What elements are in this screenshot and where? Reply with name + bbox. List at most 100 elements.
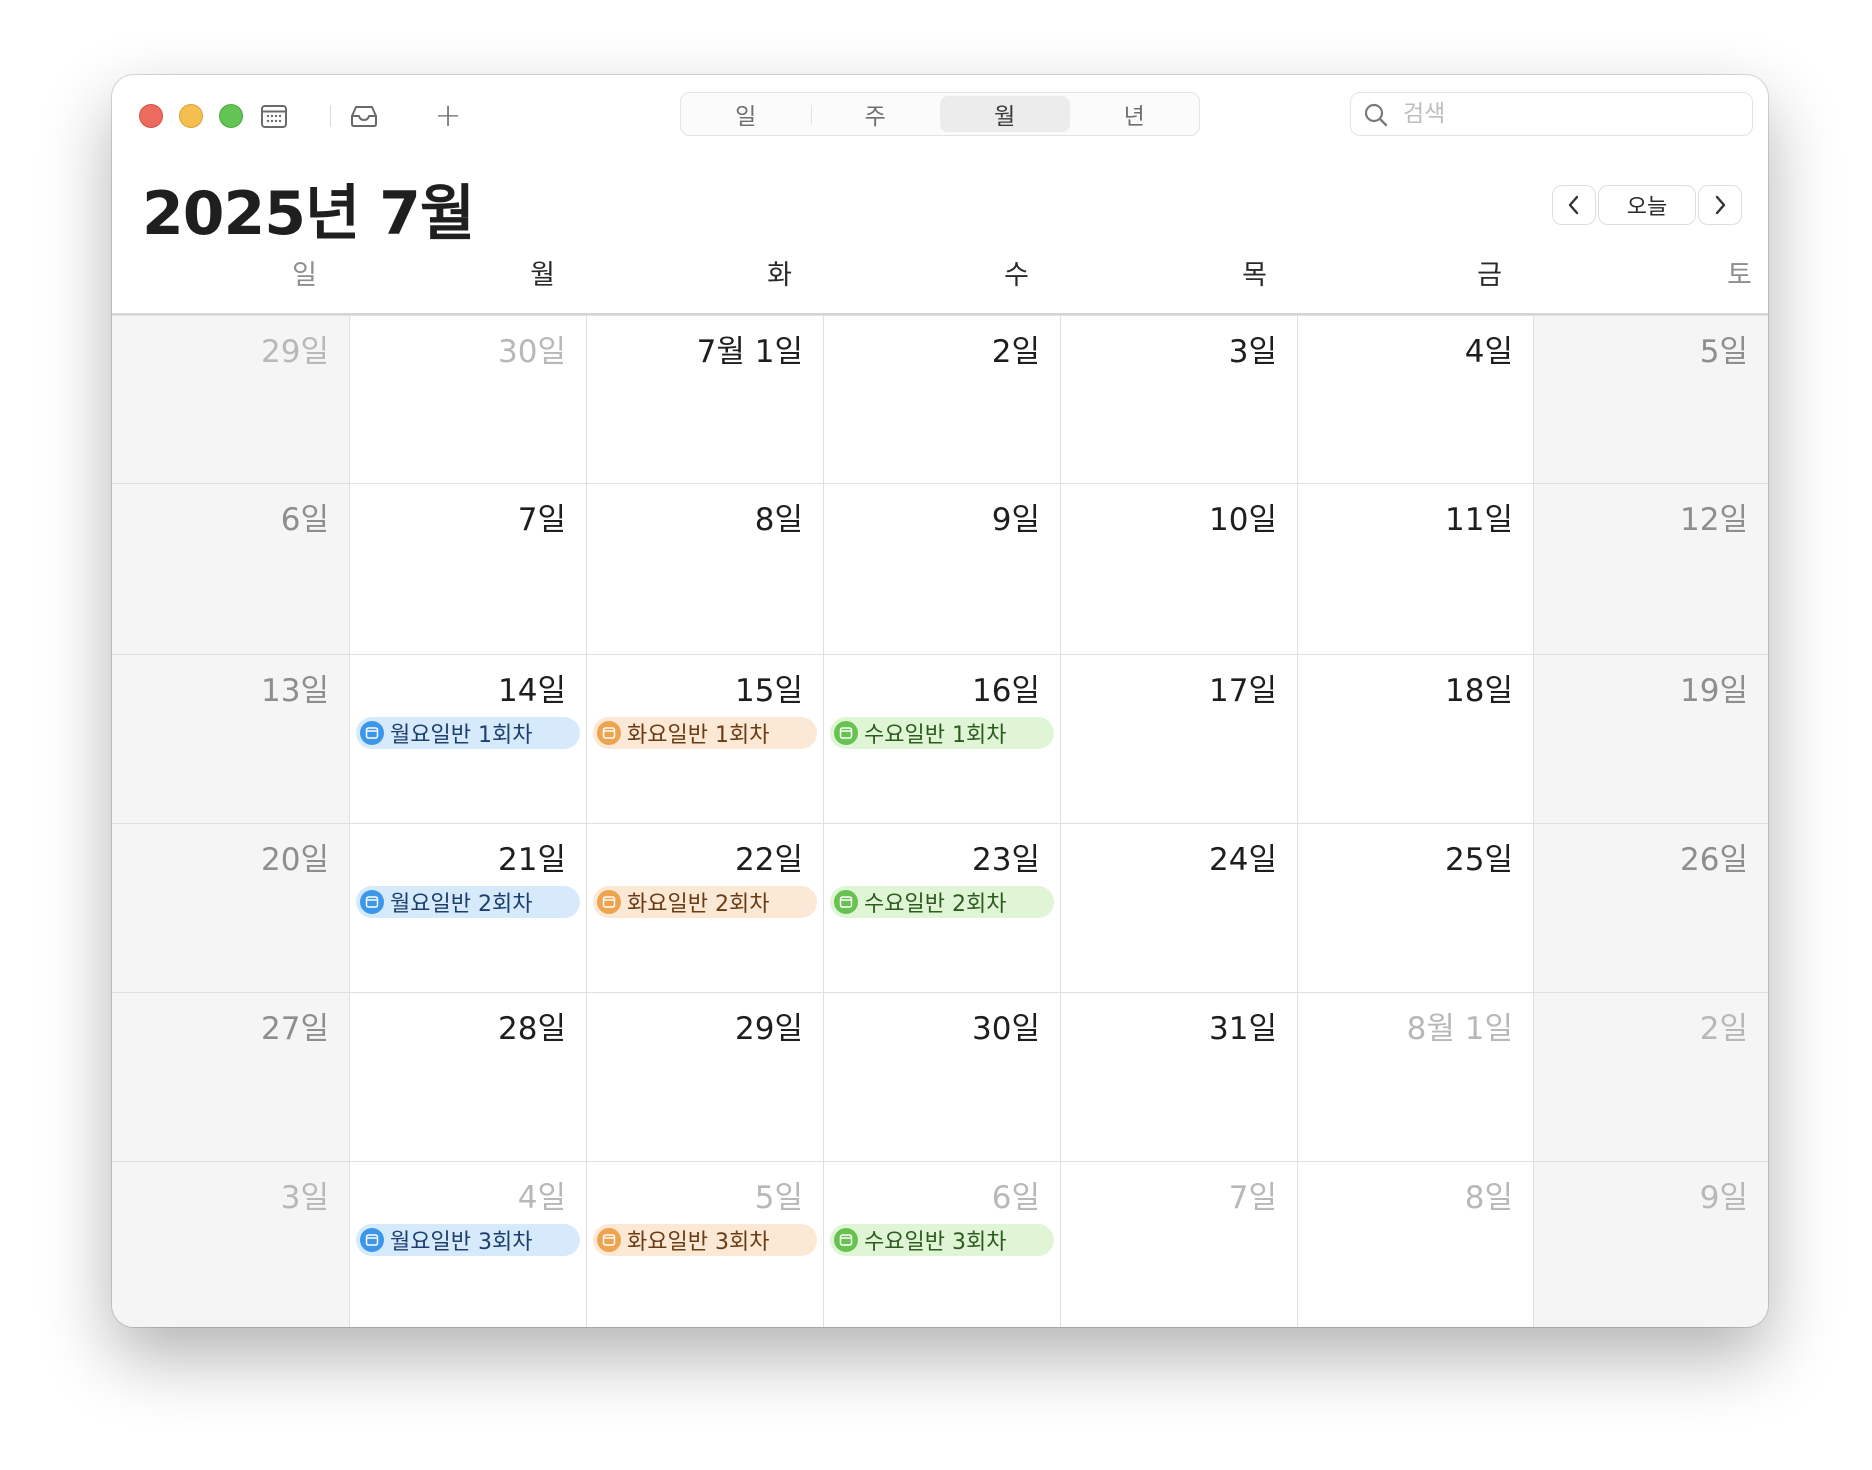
day-cell[interactable]: 6일 xyxy=(112,483,349,654)
day-number: 27일 xyxy=(261,1011,329,1047)
day-cell[interactable]: 7월 1일 xyxy=(586,315,823,483)
calendar-event[interactable]: 수요일반 2회차 xyxy=(830,886,1054,918)
event-title: 수요일반 1회차 xyxy=(864,723,1007,748)
close-window-button[interactable] xyxy=(139,104,163,128)
day-number: 22일 xyxy=(735,842,803,878)
day-number: 9일 xyxy=(991,502,1040,538)
week-row: 27일 28일 29일 30일 31일 8월 1일 2일 xyxy=(112,992,1768,1161)
minimize-window-button[interactable] xyxy=(179,104,203,128)
calendar-event[interactable]: 화요일반 2회차 xyxy=(593,886,817,918)
day-cell[interactable]: 27일 xyxy=(112,992,349,1161)
day-cell[interactable]: 16일 수요일반 1회차 xyxy=(823,654,1060,823)
day-cell[interactable]: 5일 화요일반 3회차 xyxy=(586,1161,823,1327)
chevron-right-icon xyxy=(1715,195,1726,215)
calendar-event[interactable]: 화요일반 1회차 xyxy=(593,717,817,749)
day-cell[interactable]: 8월 1일 xyxy=(1297,992,1533,1161)
day-cell[interactable]: 11일 xyxy=(1297,483,1533,654)
calendar-list-icon[interactable] xyxy=(254,100,294,132)
event-title: 월요일반 3회차 xyxy=(390,1230,533,1255)
tab-month[interactable]: 월 xyxy=(940,96,1070,132)
day-number: 21일 xyxy=(498,842,566,878)
day-cell[interactable]: 29일 xyxy=(112,315,349,483)
calendar-event[interactable]: 월요일반 2회차 xyxy=(356,886,580,918)
date-navigation: 오늘 xyxy=(1552,185,1742,227)
day-number: 7일 xyxy=(517,502,566,538)
day-cell[interactable]: 23일 수요일반 2회차 xyxy=(823,823,1060,992)
day-cell[interactable]: 20일 xyxy=(112,823,349,992)
calendar-event[interactable]: 화요일반 3회차 xyxy=(593,1224,817,1256)
day-number: 7월 1일 xyxy=(696,334,803,370)
day-cell[interactable]: 4일 월요일반 3회차 xyxy=(349,1161,586,1327)
day-cell[interactable]: 25일 xyxy=(1297,823,1533,992)
weekday-label: 토 xyxy=(1727,260,1752,291)
previous-month-button[interactable] xyxy=(1552,185,1596,225)
day-cell[interactable]: 6일 수요일반 3회차 xyxy=(823,1161,1060,1327)
calendar-event[interactable]: 수요일반 3회차 xyxy=(830,1224,1054,1256)
day-cell[interactable]: 18일 xyxy=(1297,654,1533,823)
search-icon xyxy=(1363,102,1389,132)
calendar-event[interactable]: 수요일반 1회차 xyxy=(830,717,1054,749)
day-cell[interactable]: 31일 xyxy=(1060,992,1297,1161)
weekday-label: 수 xyxy=(1004,260,1029,291)
zoom-window-button[interactable] xyxy=(219,104,243,128)
event-calendar-icon xyxy=(597,721,621,745)
day-number: 19일 xyxy=(1680,673,1748,709)
day-number: 8월 1일 xyxy=(1406,1011,1513,1047)
day-number: 12일 xyxy=(1680,502,1748,538)
day-number: 28일 xyxy=(498,1011,566,1047)
day-cell[interactable]: 19일 xyxy=(1533,654,1768,823)
day-cell[interactable]: 12일 xyxy=(1533,483,1768,654)
day-cell[interactable]: 28일 xyxy=(349,992,586,1161)
today-button[interactable]: 오늘 xyxy=(1598,185,1696,225)
day-cell[interactable]: 3일 xyxy=(112,1161,349,1327)
day-number: 3일 xyxy=(280,1180,329,1216)
day-cell[interactable]: 10일 xyxy=(1060,483,1297,654)
day-number: 14일 xyxy=(498,673,566,709)
day-cell[interactable]: 8일 xyxy=(586,483,823,654)
event-calendar-icon xyxy=(360,721,384,745)
week-row: 13일 14일 월요일반 1회차 15일 화요일반 1회차 16일 수요일반 1회차 17일 1… xyxy=(112,654,1768,823)
event-title: 화요일반 2회차 xyxy=(627,892,770,917)
day-cell[interactable]: 4일 xyxy=(1297,315,1533,483)
search-input[interactable] xyxy=(1403,93,1743,135)
day-cell[interactable]: 22일화요일반 2회차 xyxy=(586,823,823,992)
day-cell[interactable]: 26일 xyxy=(1533,823,1768,992)
tab-week[interactable]: 주 xyxy=(810,93,941,135)
day-cell[interactable]: 29일 xyxy=(586,992,823,1161)
day-cell[interactable]: 30일 xyxy=(349,315,586,483)
plus-icon[interactable]: + xyxy=(430,97,466,133)
tab-day[interactable]: 일 xyxy=(681,93,811,135)
next-month-button[interactable] xyxy=(1698,185,1742,225)
calendar-event[interactable]: 월요일반 1회차 xyxy=(356,717,580,749)
day-cell[interactable]: 21일월요일반 2회차 xyxy=(349,823,586,992)
day-number: 29일 xyxy=(261,334,329,370)
event-calendar-icon xyxy=(597,1228,621,1252)
day-cell[interactable]: 2일 xyxy=(823,315,1060,483)
day-cell[interactable]: 24일 xyxy=(1060,823,1297,992)
day-number: 29일 xyxy=(735,1011,803,1047)
day-cell[interactable]: 15일화요일반 1회차 xyxy=(586,654,823,823)
inbox-icon[interactable] xyxy=(342,100,386,132)
day-number: 30일 xyxy=(498,334,566,370)
day-number: 25일 xyxy=(1445,842,1513,878)
day-cell[interactable]: 7일 xyxy=(349,483,586,654)
calendar-event[interactable]: 월요일반 3회차 xyxy=(356,1224,580,1256)
day-cell[interactable]: 2일 xyxy=(1533,992,1768,1161)
day-number: 31일 xyxy=(1209,1011,1277,1047)
event-title: 월요일반 2회차 xyxy=(390,892,533,917)
day-cell[interactable]: 30일 xyxy=(823,992,1060,1161)
day-cell[interactable]: 17일 xyxy=(1060,654,1297,823)
day-cell[interactable]: 14일월요일반 1회차 xyxy=(349,654,586,823)
day-cell[interactable]: 9일 xyxy=(1533,1161,1768,1327)
event-calendar-icon xyxy=(360,890,384,914)
day-cell[interactable]: 5일 xyxy=(1533,315,1768,483)
day-number: 2일 xyxy=(991,334,1040,370)
day-cell[interactable]: 13일 xyxy=(112,654,349,823)
day-cell[interactable]: 7일 xyxy=(1060,1161,1297,1327)
day-cell[interactable]: 3일 xyxy=(1060,315,1297,483)
day-cell[interactable]: 8일 xyxy=(1297,1161,1533,1327)
tab-year[interactable]: 년 xyxy=(1070,93,1200,135)
day-cell[interactable]: 9일 xyxy=(823,483,1060,654)
day-number: 15일 xyxy=(735,673,803,709)
weekday-label: 금 xyxy=(1477,260,1502,291)
